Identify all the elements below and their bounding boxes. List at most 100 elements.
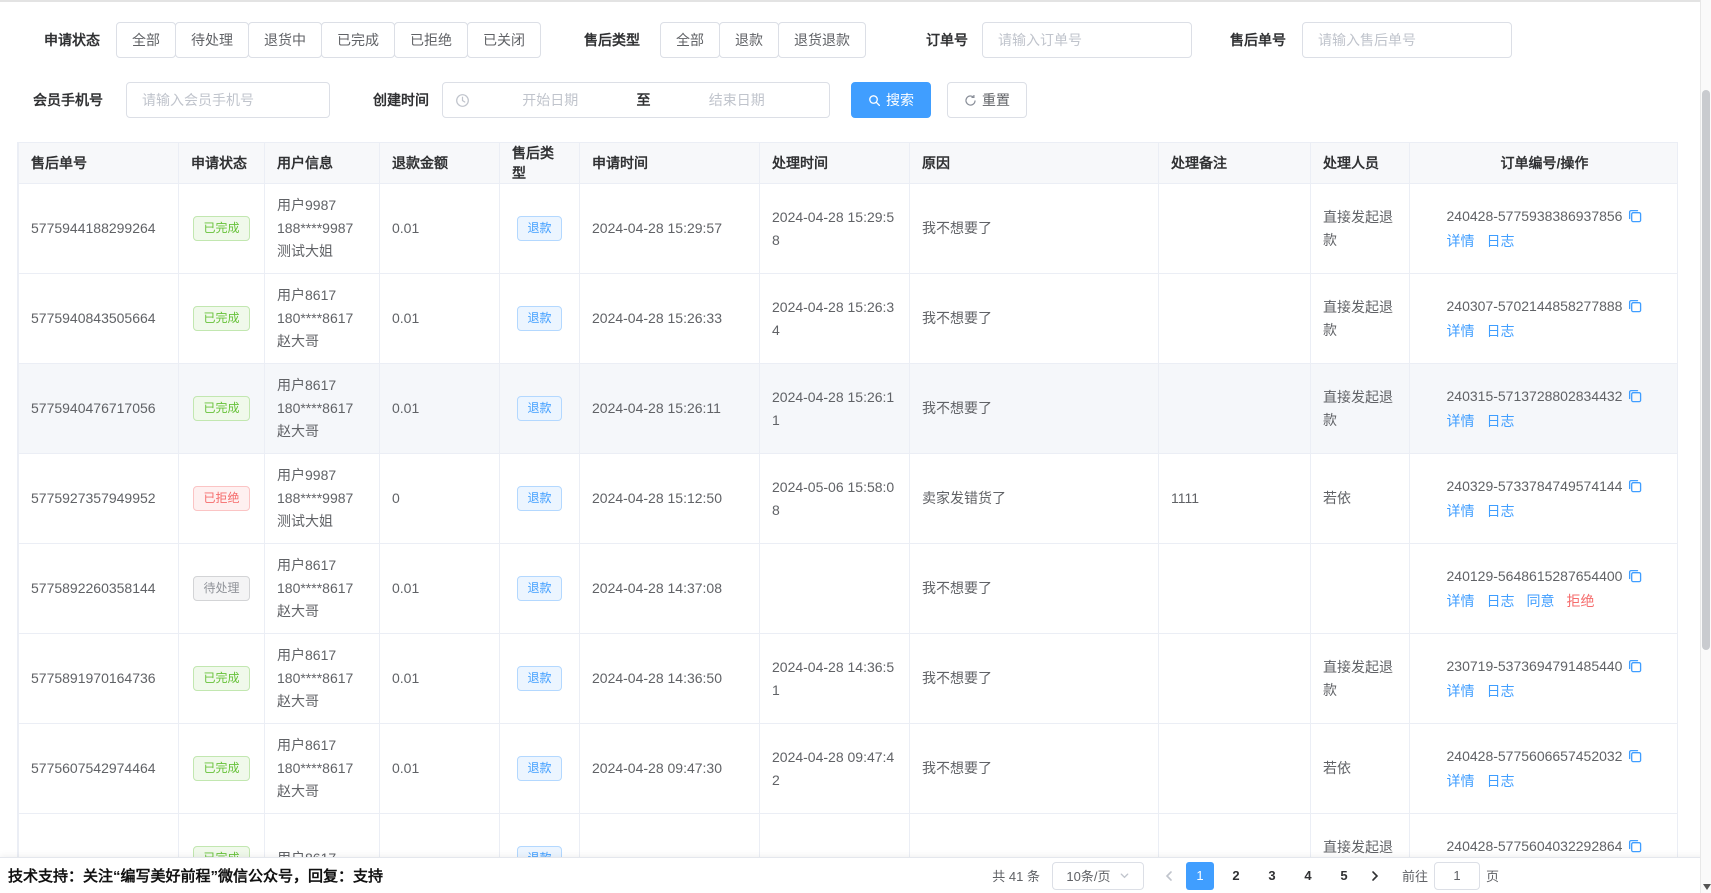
user-info-line: 赵大哥 <box>277 780 367 803</box>
status-option-全部[interactable]: 全部 <box>116 22 176 58</box>
filter-row-1: 申请状态 全部待处理退货中已完成已拒绝已关闭 售后类型 全部退款退货退款 订单号… <box>0 22 1690 58</box>
handler-cell: 直接发起退款 <box>1311 814 1410 858</box>
next-page-button[interactable] <box>1362 862 1388 890</box>
status-option-已关闭[interactable]: 已关闭 <box>467 22 541 58</box>
table-row: 5775892260358144待处理用户8617180****8617赵大哥0… <box>19 544 1679 634</box>
type-cell: 退款 <box>500 724 580 814</box>
detail-link[interactable]: 详情 <box>1447 773 1475 789</box>
total-count: 共 41 条 <box>992 866 1040 885</box>
type-option-全部[interactable]: 全部 <box>660 22 720 58</box>
copy-icon[interactable] <box>1627 840 1642 856</box>
type-option-退货退款[interactable]: 退货退款 <box>778 22 866 58</box>
phone-input[interactable] <box>126 82 330 118</box>
apply-time-cell: 2024-04-28 15:26:33 <box>580 274 760 364</box>
page-button-3[interactable]: 3 <box>1258 862 1286 890</box>
log-link[interactable]: 日志 <box>1487 503 1515 519</box>
page-button-1[interactable]: 1 <box>1186 862 1214 890</box>
pagination: 共 41 条 10条/页 12345 前往 页 <box>992 862 1499 890</box>
user-info-cell: 用户9987188****9987测试大姐 <box>265 454 380 544</box>
page-size-select[interactable]: 10条/页 <box>1052 862 1144 890</box>
copy-icon[interactable] <box>1627 570 1642 586</box>
order-cell: 230719-5373694791485440详情日志 <box>1410 634 1679 724</box>
column-header-5: 售后类型 <box>500 143 580 184</box>
log-link[interactable]: 日志 <box>1487 593 1515 609</box>
status-option-退货中[interactable]: 退货中 <box>248 22 322 58</box>
reset-button[interactable]: 重置 <box>947 82 1027 118</box>
column-header-2: 申请状态 <box>179 143 265 184</box>
log-link[interactable]: 日志 <box>1487 683 1515 699</box>
copy-icon[interactable] <box>1627 390 1642 406</box>
reject-link[interactable]: 拒绝 <box>1567 593 1595 609</box>
copy-icon[interactable] <box>1627 750 1642 766</box>
aftersale-no-input[interactable] <box>1302 22 1512 58</box>
order-no-input[interactable] <box>982 22 1192 58</box>
user-info-line: 测试大姐 <box>277 240 367 263</box>
detail-link[interactable]: 详情 <box>1447 503 1475 519</box>
refund-amount-cell: 0.01 <box>380 634 500 724</box>
type-cell: 退款 <box>500 184 580 274</box>
detail-link[interactable]: 详情 <box>1447 683 1475 699</box>
user-info-line: 188****9987 <box>277 217 367 240</box>
status-badge: 已完成 <box>193 396 249 421</box>
detail-link[interactable]: 详情 <box>1447 593 1475 609</box>
order-no: 240428-5775938386937856 <box>1447 205 1643 230</box>
type-badge: 退款 <box>517 576 561 601</box>
search-icon <box>868 94 881 107</box>
scrollbar-down-arrow[interactable] <box>1703 884 1711 890</box>
filter-row-2: 会员手机号 创建时间 开始日期 至 结束日期 搜索 重置 <box>0 82 1690 118</box>
log-link[interactable]: 日志 <box>1487 773 1515 789</box>
user-info-line: 赵大哥 <box>277 420 367 443</box>
order-block: 240428-5775606657452032 详情日志 <box>1447 745 1643 793</box>
refresh-icon <box>964 94 977 107</box>
handle-time-cell: 2024-04-28 14:36:51 <box>760 634 910 724</box>
reason-cell: 我不想要了 <box>910 724 1159 814</box>
scrollbar-thumb[interactable] <box>1702 90 1710 650</box>
detail-link[interactable]: 详情 <box>1447 233 1475 249</box>
footer-bar: 技术支持：关注“编写美好前程”微信公众号，回复：支持 共 41 条 10条/页 … <box>0 857 1711 893</box>
type-cell: 退款 <box>500 814 580 858</box>
user-info-line: 188****9987 <box>277 487 367 510</box>
approve-link[interactable]: 同意 <box>1527 593 1555 609</box>
apply-time-cell: 2024-04-28 15:29:57 <box>580 184 760 274</box>
page-button-4[interactable]: 4 <box>1294 862 1322 890</box>
page-button-2[interactable]: 2 <box>1222 862 1250 890</box>
copy-icon[interactable] <box>1627 210 1642 226</box>
column-header-4: 退款金额 <box>380 143 500 184</box>
table-header-row: 售后单号申请状态用户信息退款金额售后类型申请时间处理时间原因处理备注处理人员订单… <box>19 143 1679 184</box>
copy-icon[interactable] <box>1627 300 1642 316</box>
handler-cell: 直接发起退款 <box>1311 274 1410 364</box>
status-option-待处理[interactable]: 待处理 <box>175 22 249 58</box>
status-option-已完成[interactable]: 已完成 <box>321 22 395 58</box>
page-button-5[interactable]: 5 <box>1330 862 1358 890</box>
type-cell: 退款 <box>500 454 580 544</box>
start-date-placeholder[interactable]: 开始日期 <box>470 90 631 110</box>
end-date-placeholder[interactable]: 结束日期 <box>657 90 818 110</box>
status-cell: 已完成 <box>179 364 265 454</box>
copy-icon[interactable] <box>1627 480 1642 496</box>
order-no: 240428-5775606657452032 <box>1447 745 1643 770</box>
log-link[interactable]: 日志 <box>1487 413 1515 429</box>
remark-cell <box>1159 184 1311 274</box>
prev-page-button[interactable] <box>1156 862 1182 890</box>
type-option-退款[interactable]: 退款 <box>719 22 779 58</box>
vertical-scrollbar <box>1700 0 1711 893</box>
handle-time-cell: 2024-04-28 09:47:42 <box>760 724 910 814</box>
detail-link[interactable]: 详情 <box>1447 323 1475 339</box>
status-option-已拒绝[interactable]: 已拒绝 <box>394 22 468 58</box>
detail-link[interactable]: 详情 <box>1447 413 1475 429</box>
refund-amount-cell: 0.01 <box>380 544 500 634</box>
copy-icon[interactable] <box>1627 660 1642 676</box>
goto-page-input[interactable] <box>1434 862 1480 890</box>
reason-cell: 我不想要了 <box>910 364 1159 454</box>
status-cell: 待处理 <box>179 544 265 634</box>
refund-amount-cell: 0.01 <box>380 274 500 364</box>
table-row: 5775940843505664已完成用户8617180****8617赵大哥0… <box>19 274 1679 364</box>
handle-time-cell: 2024-05-06 15:58:08 <box>760 454 910 544</box>
order-cell: 240428-5775606657452032 详情日志 <box>1410 724 1679 814</box>
search-button[interactable]: 搜索 <box>851 82 931 118</box>
log-link[interactable]: 日志 <box>1487 323 1515 339</box>
date-range-picker[interactable]: 开始日期 至 结束日期 <box>442 82 830 118</box>
user-info-line: 用户9987 <box>277 194 367 217</box>
date-separator: 至 <box>631 90 657 110</box>
log-link[interactable]: 日志 <box>1487 233 1515 249</box>
